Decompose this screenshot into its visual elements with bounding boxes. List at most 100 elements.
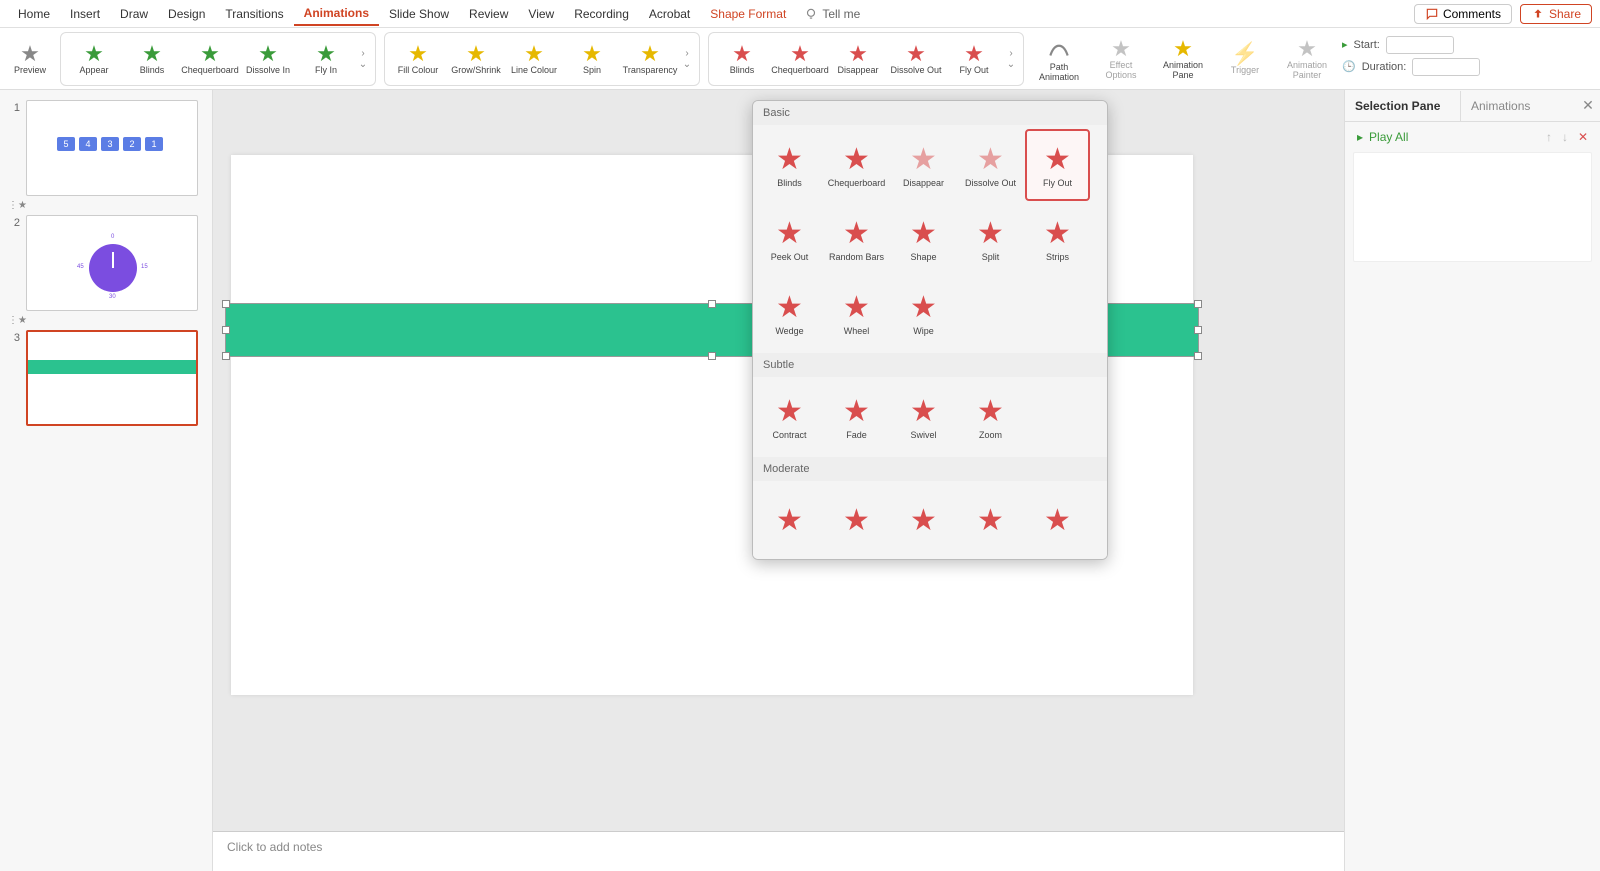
tab-home[interactable]: Home: [8, 3, 60, 25]
move-down-icon[interactable]: ↓: [1562, 130, 1568, 144]
resize-handle[interactable]: [1194, 300, 1202, 308]
anim-fly-out-ribbon[interactable]: ★Fly Out: [947, 35, 1001, 83]
emphasis-expand[interactable]: ›⌄: [681, 35, 693, 83]
slide-thumb-3[interactable]: [26, 330, 198, 426]
dd-peekout-label: Peek Out: [771, 252, 809, 262]
effect-options-label: Effect Options: [1094, 60, 1148, 80]
dd-wheel[interactable]: ★Wheel: [824, 277, 889, 349]
share-button[interactable]: Share: [1520, 4, 1592, 24]
anim-blinds-in[interactable]: ★Blinds: [125, 35, 179, 83]
close-panel-button[interactable]: ✕: [1576, 97, 1600, 114]
anim-disappear[interactable]: ★Disappear: [831, 35, 885, 83]
tab-insert[interactable]: Insert: [60, 3, 110, 25]
dd-flyout-label: Fly Out: [1043, 178, 1072, 188]
dd-zoom[interactable]: ★Zoom: [958, 381, 1023, 453]
anim-spin[interactable]: ★Spin: [565, 35, 619, 83]
dd-blinds[interactable]: ★Blinds: [757, 129, 822, 201]
anim-dissolve-out[interactable]: ★Dissolve Out: [889, 35, 943, 83]
dd-chequerboard[interactable]: ★Chequerboard: [824, 129, 889, 201]
dd-moderate-4[interactable]: ★: [958, 485, 1023, 557]
dd-wedge[interactable]: ★Wedge: [757, 277, 822, 349]
comments-button[interactable]: Comments: [1414, 4, 1512, 24]
anim-dissolve-in[interactable]: ★Dissolve In: [241, 35, 295, 83]
resize-handle[interactable]: [222, 300, 230, 308]
slide-thumb-1[interactable]: 5 4 3 2 1: [26, 100, 198, 196]
anim-chequerboard-in[interactable]: ★Chequerboard: [183, 35, 237, 83]
start-input[interactable]: [1386, 36, 1454, 54]
lightbulb-icon: [804, 7, 818, 21]
dd-random-bars[interactable]: ★Random Bars: [824, 203, 889, 275]
slide-thumb-2[interactable]: 0 15 30 45: [26, 215, 198, 311]
move-up-icon[interactable]: ↑: [1546, 130, 1552, 144]
duration-input[interactable]: [1412, 58, 1480, 76]
preview-button[interactable]: ★ Preview: [8, 35, 52, 83]
resize-handle[interactable]: [708, 352, 716, 360]
tab-animations[interactable]: Animations: [294, 2, 379, 26]
resize-handle[interactable]: [222, 352, 230, 360]
anim-grow-shrink[interactable]: ★Grow/Shrink: [449, 35, 503, 83]
path-animation-label: Path Animation: [1032, 62, 1086, 82]
anim-slot[interactable]: [1353, 152, 1592, 262]
dd-split-label: Split: [982, 252, 1000, 262]
tab-design[interactable]: Design: [158, 3, 215, 25]
dd-fade[interactable]: ★Fade: [824, 381, 889, 453]
tab-recording[interactable]: Recording: [564, 3, 639, 25]
tell-me-search[interactable]: Tell me: [804, 7, 860, 21]
selection-pane-tab[interactable]: Selection Pane: [1345, 91, 1460, 121]
dd-strips[interactable]: ★Strips: [1025, 203, 1090, 275]
tab-acrobat[interactable]: Acrobat: [639, 3, 700, 25]
dd-moderate-5[interactable]: ★: [1025, 485, 1090, 557]
anim-transparency[interactable]: ★Transparency: [623, 35, 677, 83]
dd-fly-out[interactable]: ★Fly Out: [1025, 129, 1090, 201]
dd-contract[interactable]: ★Contract: [757, 381, 822, 453]
dd-shape[interactable]: ★Shape: [891, 203, 956, 275]
dd-peek-out[interactable]: ★Peek Out: [757, 203, 822, 275]
share-label: Share: [1549, 7, 1581, 21]
anim-chequerboard-out[interactable]: ★Chequerboard: [773, 35, 827, 83]
anim-line-colour[interactable]: ★Line Colour: [507, 35, 561, 83]
resize-handle[interactable]: [1194, 326, 1202, 334]
tab-view[interactable]: View: [518, 3, 564, 25]
anim-fly-in[interactable]: ★Fly In: [299, 35, 353, 83]
play-icon: ▸: [1342, 38, 1348, 51]
dd-split[interactable]: ★Split: [958, 203, 1023, 275]
ribbon: ★ Preview ★Appear ★Blinds ★Chequerboard …: [0, 28, 1600, 90]
play-all-button[interactable]: Play All: [1369, 130, 1408, 144]
dd-dissolve-out[interactable]: ★Dissolve Out: [958, 129, 1023, 201]
chevron-down-icon: ⌄: [359, 59, 367, 70]
dd-moderate-1[interactable]: ★: [757, 485, 822, 557]
duration-label: Duration:: [1362, 61, 1407, 73]
delete-icon[interactable]: ✕: [1578, 130, 1588, 144]
tab-transitions[interactable]: Transitions: [215, 3, 293, 25]
thumb2-label-30: 30: [109, 294, 116, 300]
chequer-out-label: Chequerboard: [771, 65, 829, 75]
entrance-expand[interactable]: ›⌄: [357, 35, 369, 83]
tab-shape-format[interactable]: Shape Format: [700, 3, 796, 25]
dd-wipe[interactable]: ★Wipe: [891, 277, 956, 349]
tab-review[interactable]: Review: [459, 3, 518, 25]
dd-chequer-label: Chequerboard: [828, 178, 886, 188]
resize-handle[interactable]: [1194, 352, 1202, 360]
anim-fill-colour[interactable]: ★Fill Colour: [391, 35, 445, 83]
thumb1-box: 2: [123, 137, 141, 151]
dd-moderate-3[interactable]: ★: [891, 485, 956, 557]
resize-handle[interactable]: [708, 300, 716, 308]
dd-moderate-2[interactable]: ★: [824, 485, 889, 557]
share-icon: [1531, 7, 1545, 21]
tab-slide-show[interactable]: Slide Show: [379, 3, 459, 25]
animation-pane-label: Animation Pane: [1156, 60, 1210, 80]
comment-icon: [1425, 7, 1439, 21]
exit-expand[interactable]: ›⌄: [1005, 35, 1017, 83]
animations-pane-tab[interactable]: Animations: [1460, 91, 1576, 121]
path-animation-button[interactable]: Path Animation: [1032, 35, 1086, 83]
grow-shrink-label: Grow/Shrink: [451, 65, 501, 75]
dd-disappear[interactable]: ★Disappear: [891, 129, 956, 201]
resize-handle[interactable]: [222, 326, 230, 334]
notes-area[interactable]: Click to add notes: [213, 831, 1344, 871]
tab-draw[interactable]: Draw: [110, 3, 158, 25]
thumb1-box: 5: [57, 137, 75, 151]
dd-swivel[interactable]: ★Swivel: [891, 381, 956, 453]
anim-appear[interactable]: ★Appear: [67, 35, 121, 83]
animation-pane-button[interactable]: ★ Animation Pane: [1156, 35, 1210, 83]
anim-blinds-out[interactable]: ★Blinds: [715, 35, 769, 83]
